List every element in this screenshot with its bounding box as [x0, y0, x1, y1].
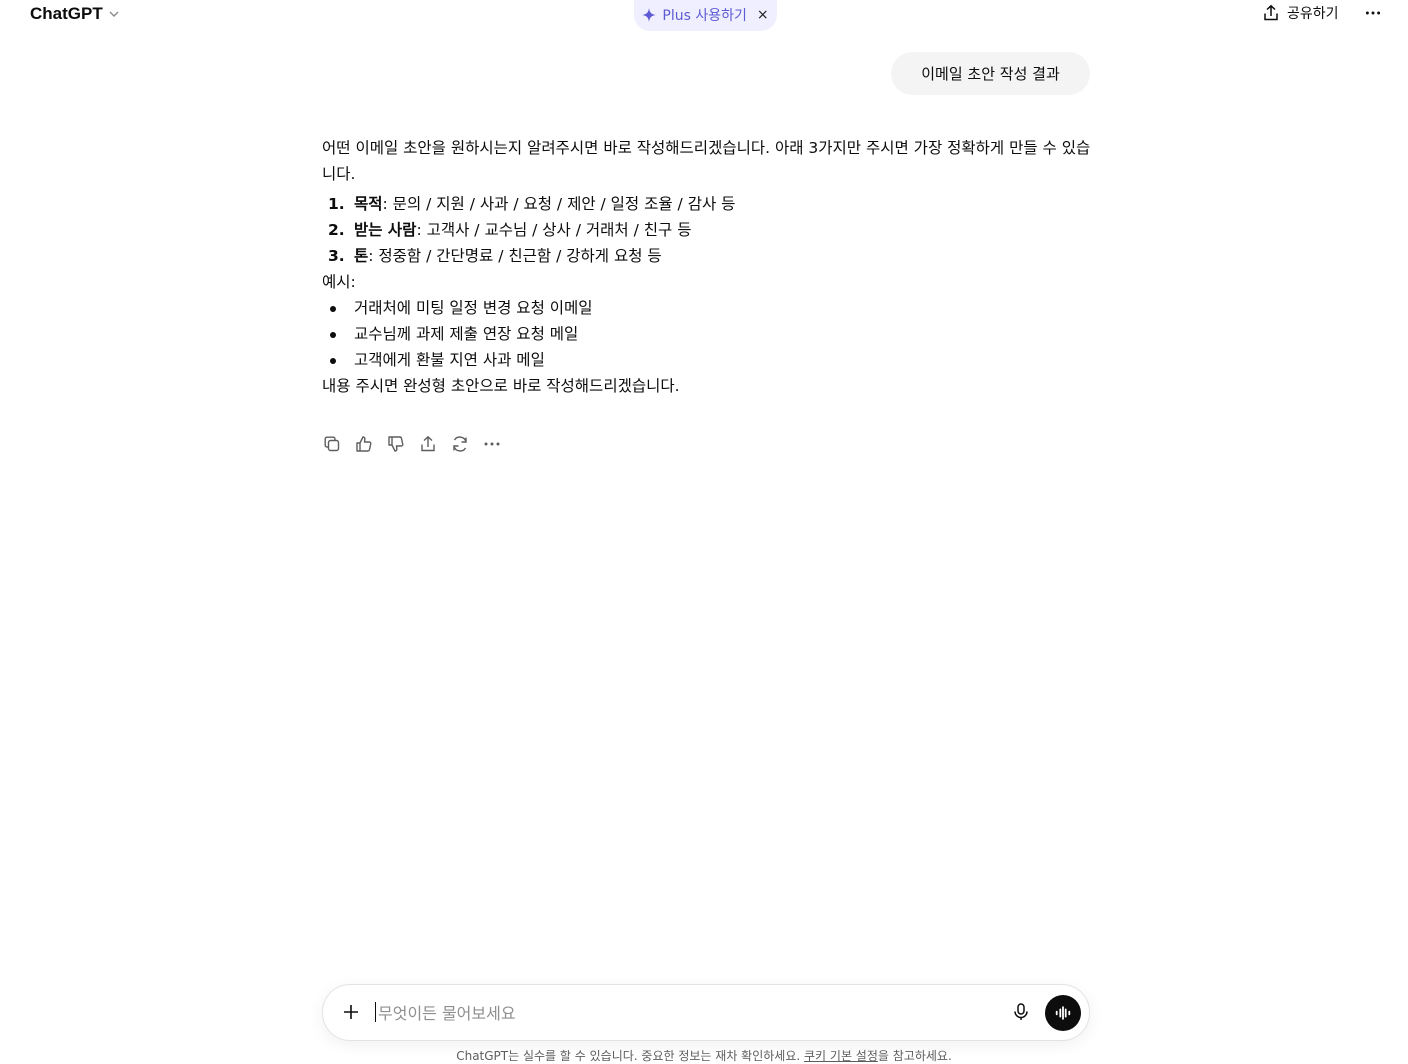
assistant-message: 어떤 이메일 초안을 원하시는지 알려주시면 바로 작성해드리겠습니다. 아래 …	[322, 135, 1092, 399]
thumbs-down-icon	[388, 436, 404, 452]
list-number: 2.	[328, 221, 345, 239]
dictate-button[interactable]	[1011, 1002, 1031, 1022]
more-options-button[interactable]	[1361, 3, 1385, 23]
share-icon	[421, 435, 435, 452]
model-name: ChatGPT	[30, 4, 103, 23]
model-selector[interactable]: ChatGPT	[22, 2, 129, 26]
upgrade-label: Plus 사용하기	[662, 7, 747, 24]
list-number: 1.	[328, 195, 345, 213]
disclaimer-note: ChatGPT는 실수를 할 수 있습니다. 중요한 정보는 재차 확인하세요.…	[0, 1047, 1408, 1064]
list-item-text: 거래처에 미팅 일정 변경 요청 이메일	[354, 299, 593, 317]
more-actions-button[interactable]	[482, 434, 502, 454]
numbered-list: 1. 목적: 문의 / 지원 / 사과 / 요청 / 제안 / 일정 조율 / 감…	[322, 191, 1092, 269]
list-item-text: 교수님께 과제 제출 연장 요청 메일	[354, 325, 579, 343]
thumbs-down-button[interactable]	[386, 434, 406, 454]
list-item-label: 목적	[354, 195, 383, 213]
microphone-icon	[1014, 1003, 1028, 1020]
user-message-text: 이메일 초안 작성 결과	[921, 65, 1060, 83]
more-icon	[484, 442, 500, 446]
cookie-settings-link[interactable]: 쿠키 기본 설정	[804, 1049, 878, 1063]
voice-mode-button[interactable]	[1045, 995, 1081, 1031]
user-message-bubble: 이메일 초안 작성 결과	[891, 52, 1090, 95]
share-icon	[1264, 4, 1278, 21]
top-bar: ChatGPT Plus 사용하기 × 공유하기	[0, 0, 1408, 31]
message-composer	[322, 984, 1090, 1041]
bullet-list: 거래처에 미팅 일정 변경 요청 이메일 교수님께 과제 제출 연장 요청 메일…	[322, 295, 1092, 373]
list-item-label: 톤	[354, 247, 369, 265]
list-item-text: : 고객사 / 교수님 / 상사 / 거래처 / 친구 등	[416, 221, 692, 239]
close-icon[interactable]: ×	[757, 7, 769, 23]
share-message-button[interactable]	[418, 434, 438, 454]
list-item: 고객에게 환불 지연 사과 메일	[322, 347, 1092, 373]
list-item-text: 고객에게 환불 지연 사과 메일	[354, 351, 545, 369]
assistant-intro: 어떤 이메일 초안을 원하시는지 알려주시면 바로 작성해드리겠습니다. 아래 …	[322, 139, 1091, 183]
thumbs-up-button[interactable]	[354, 434, 374, 454]
copy-button[interactable]	[322, 434, 342, 454]
list-item: 2. 받는 사람: 고객사 / 교수님 / 상사 / 거래처 / 친구 등	[322, 217, 1092, 243]
assistant-closing: 내용 주시면 완성형 초안으로 바로 작성해드리겠습니다.	[322, 377, 680, 395]
share-label: 공유하기	[1287, 6, 1339, 22]
share-button[interactable]: 공유하기	[1256, 1, 1345, 25]
bullet-icon	[330, 306, 336, 312]
bullet-icon	[330, 332, 336, 338]
list-item-text: : 정중함 / 간단명료 / 친근함 / 강하게 요청 등	[368, 247, 662, 265]
list-item: 3. 톤: 정중함 / 간단명료 / 친근함 / 강하게 요청 등	[322, 243, 1092, 269]
list-item-text: : 문의 / 지원 / 사과 / 요청 / 제안 / 일정 조율 / 감사 등	[382, 195, 736, 213]
waveform-icon	[1055, 1006, 1071, 1020]
list-item: 1. 목적: 문의 / 지원 / 사과 / 요청 / 제안 / 일정 조율 / 감…	[322, 191, 1092, 217]
more-icon	[1365, 11, 1381, 15]
add-attachment-button[interactable]	[341, 1002, 361, 1022]
copy-icon	[324, 436, 340, 452]
disclaimer-text: ChatGPT는 실수를 할 수 있습니다. 중요한 정보는 재차 확인하세요.	[456, 1049, 805, 1063]
regenerate-icon	[453, 436, 467, 452]
upgrade-plus-pill[interactable]: Plus 사용하기 ×	[634, 0, 777, 31]
thumbs-up-icon	[356, 436, 372, 452]
chevron-down-icon	[107, 7, 121, 21]
message-actions	[322, 434, 502, 454]
regenerate-button[interactable]	[450, 434, 470, 454]
list-item: 거래처에 미팅 일정 변경 요청 이메일	[322, 295, 1092, 321]
list-item: 교수님께 과제 제출 연장 요청 메일	[322, 321, 1092, 347]
bullet-icon	[330, 358, 336, 364]
prompt-input[interactable]	[376, 997, 1000, 1029]
list-item-label: 받는 사람	[354, 221, 417, 239]
sparkle-icon	[642, 7, 657, 22]
disclaimer-suffix: 을 참고하세요.	[877, 1049, 952, 1063]
plus-icon	[344, 1005, 358, 1019]
list-number: 3.	[328, 247, 345, 265]
example-label: 예시:	[322, 273, 356, 291]
